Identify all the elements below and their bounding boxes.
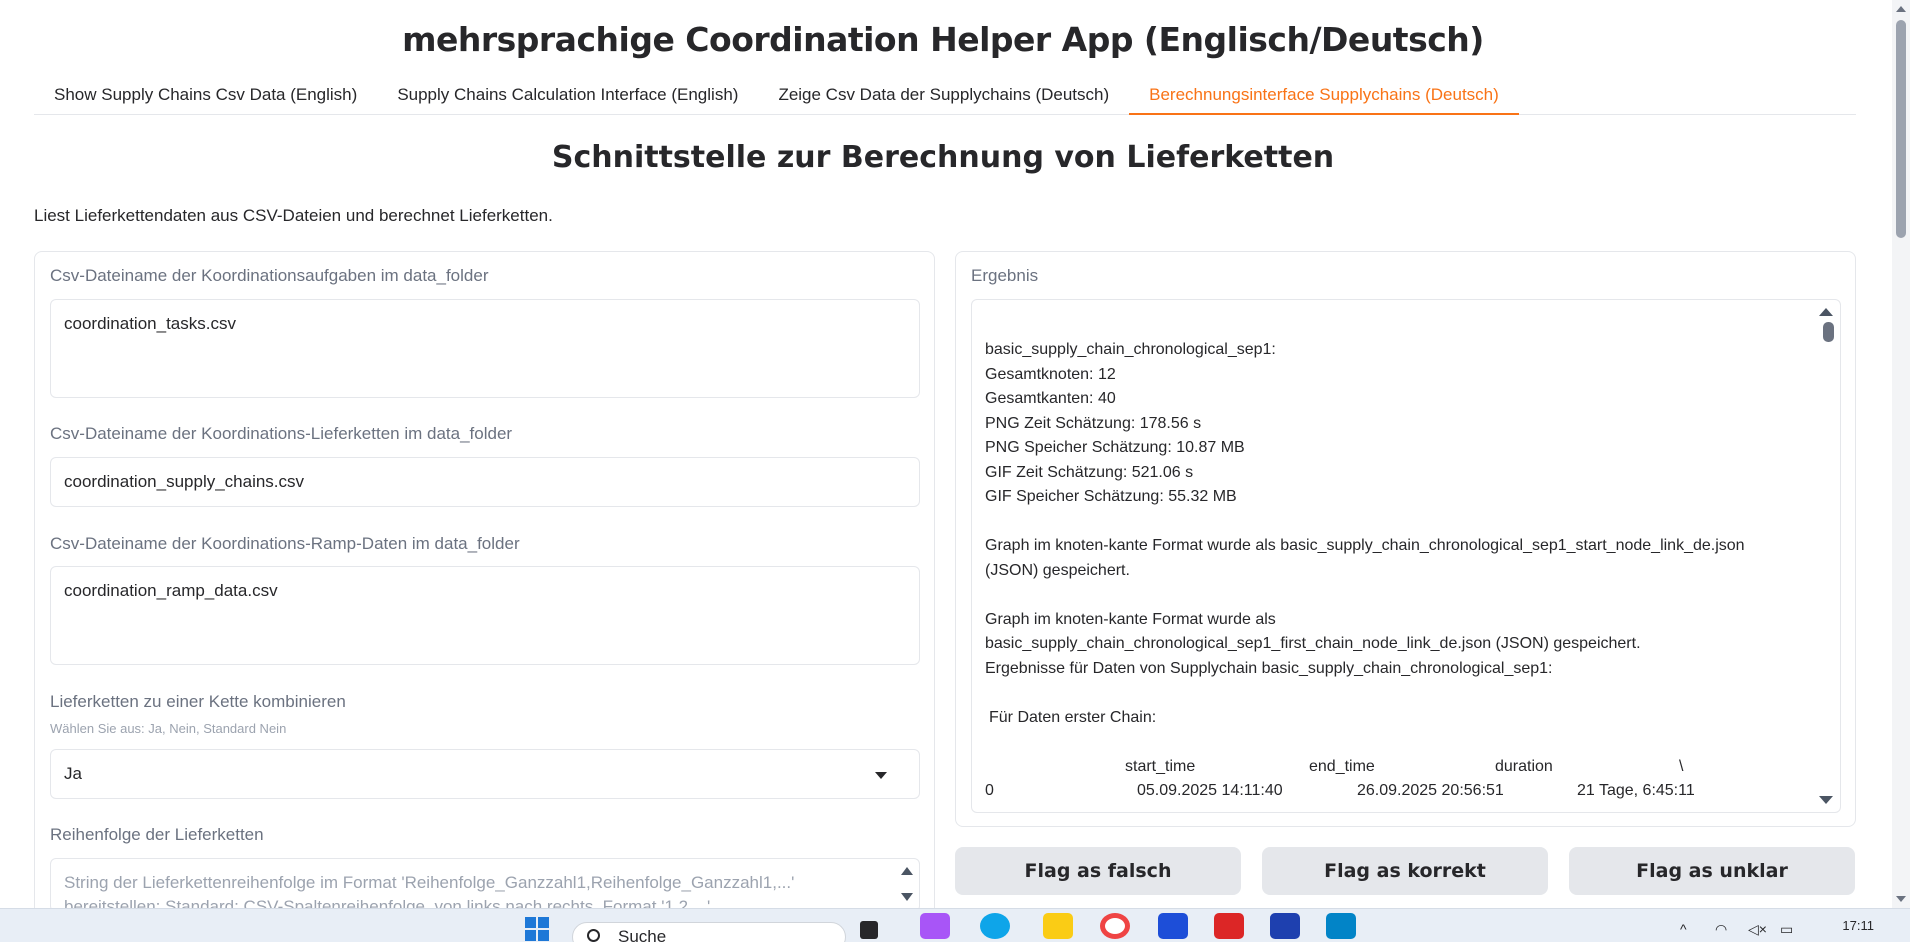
result-line: Gesamtkanten: 40 xyxy=(985,390,1116,407)
page-scrollbar-thumb[interactable] xyxy=(1896,20,1906,238)
ramp-file-label: Csv-Dateiname der Koordinations-Ramp-Dat… xyxy=(50,534,520,553)
wifi-icon[interactable]: ◠ xyxy=(1715,921,1727,938)
tab-calculation-english[interactable]: Supply Chains Calculation Interface (Eng… xyxy=(377,78,758,115)
page-title: Schnittstelle zur Berechnung von Lieferk… xyxy=(551,140,1335,175)
result-line: GIF Zeit Schätzung: 521.06 s xyxy=(985,463,1194,481)
table-cell: 0 xyxy=(985,782,994,799)
combine-chains-value: Ja xyxy=(64,764,82,783)
chevron-up-icon[interactable]: ^ xyxy=(1680,921,1687,937)
table-header-cell: duration xyxy=(1495,757,1553,775)
scroll-up-icon[interactable] xyxy=(901,867,913,875)
result-textarea[interactable]: basic_supply_chain_chronological_sep1: G… xyxy=(971,299,1841,813)
app-title: mehrsprachige Coordination Helper App (E… xyxy=(402,20,1484,59)
tab-bar: Show Supply Chains Csv Data (English) Su… xyxy=(34,78,1856,115)
table-header-cell: end_time xyxy=(1309,757,1375,775)
notepad-icon[interactable] xyxy=(1326,913,1356,939)
result-line: GIF Speicher Schätzung: 55.32 MB xyxy=(985,488,1237,505)
input-panel: Csv-Dateiname der Koordinationsaufgaben … xyxy=(34,251,935,942)
scroll-up-icon[interactable] xyxy=(1819,308,1833,316)
chains-file-label: Csv-Dateiname der Koordinations-Lieferke… xyxy=(50,424,513,443)
combine-chains-label: Lieferketten zu einer Kette kombinieren xyxy=(50,692,346,711)
taskbar-search-label: Suche xyxy=(618,927,667,942)
page-scrollbar[interactable] xyxy=(1892,0,1910,908)
gmail-icon[interactable] xyxy=(1214,913,1244,939)
chain-order-input[interactable]: String der Lieferkettenreihenfolge im Fo… xyxy=(50,858,920,912)
table-header-cell: start_time xyxy=(1125,757,1196,775)
copilot-icon[interactable] xyxy=(920,913,950,939)
result-line: Graph im knoten-kante Format wurde als b… xyxy=(985,537,1745,554)
result-panel: Ergebnis basic_supply_chain_chronologica… xyxy=(955,251,1856,827)
volume-muted-icon[interactable]: ◁× xyxy=(1748,921,1767,938)
chain-order-label: Reihenfolge der Lieferketten xyxy=(50,825,264,844)
chevron-down-icon xyxy=(875,772,887,779)
store-icon[interactable] xyxy=(1158,913,1188,939)
result-line xyxy=(985,681,1805,706)
windows-start-icon[interactable] xyxy=(522,915,552,942)
tab-calculation-deutsch[interactable]: Berechnungsinterface Supplychains (Deuts… xyxy=(1129,78,1519,115)
result-line: Ergebnisse für Daten von Supplychain bas… xyxy=(985,659,1553,677)
tasks-file-input[interactable]: coordination_tasks.csv xyxy=(50,299,920,398)
result-line xyxy=(985,510,1805,535)
search-icon xyxy=(587,929,600,942)
file-explorer-icon[interactable] xyxy=(1043,913,1073,939)
scroll-down-icon[interactable] xyxy=(901,893,913,901)
result-line xyxy=(985,730,1805,755)
tab-show-csv-english[interactable]: Show Supply Chains Csv Data (English) xyxy=(34,78,377,115)
result-line: Für Daten erster Chain: xyxy=(989,708,1157,726)
flag-unclear-button[interactable]: Flag as unklar xyxy=(1569,847,1855,895)
chains-file-input[interactable]: coordination_supply_chains.csv xyxy=(50,457,920,507)
result-scrollbar-thumb[interactable] xyxy=(1823,322,1834,342)
taskbar-clock[interactable]: 17:11 xyxy=(1842,918,1874,933)
page-description: Liest Lieferkettendaten aus CSV-Dateien … xyxy=(34,206,553,225)
result-line: PNG Zeit Schätzung: 178.56 s xyxy=(985,414,1202,432)
result-line: (JSON) gespeichert. xyxy=(985,561,1130,579)
result-line: Graph im knoten-kante Format wurde als xyxy=(985,610,1276,628)
tasks-file-label: Csv-Dateiname der Koordinationsaufgaben … xyxy=(50,266,489,285)
result-line: basic_supply_chain_chronological_sep1: xyxy=(985,341,1276,358)
taskbar-search[interactable]: Suche xyxy=(572,922,846,942)
chrome-icon[interactable] xyxy=(1100,913,1130,939)
result-label: Ergebnis xyxy=(971,266,1039,285)
combine-chains-dropdown[interactable]: Ja xyxy=(50,749,920,799)
edge-browser-icon[interactable] xyxy=(980,913,1010,939)
result-table-header: start_time end_time duration \ xyxy=(985,755,1805,780)
result-line: Gesamtknoten: 12 xyxy=(985,365,1116,383)
task-view-icon[interactable] xyxy=(860,921,878,939)
result-line xyxy=(985,583,1805,608)
flag-false-button[interactable]: Flag as falsch xyxy=(955,847,1241,895)
chain-order-placeholder: String der Lieferkettenreihenfolge im Fo… xyxy=(64,873,795,912)
result-table-row: 0 05.09.2025 14:11:40 26.09.2025 20:56:5… xyxy=(985,779,1805,804)
photos-icon[interactable] xyxy=(1270,913,1300,939)
table-cell: 26.09.2025 20:56:51 xyxy=(1357,782,1504,799)
flag-correct-button[interactable]: Flag as korrekt xyxy=(1262,847,1548,895)
table-cell: 21 Tage, 6:45:11 xyxy=(1577,782,1695,799)
table-header-cell: \ xyxy=(1679,757,1684,775)
result-content: basic_supply_chain_chronological_sep1: G… xyxy=(985,338,1805,804)
combine-chains-hint: Wählen Sie aus: Ja, Nein, Standard Nein xyxy=(50,721,287,736)
result-line: PNG Speicher Schätzung: 10.87 MB xyxy=(985,439,1245,456)
taskbar: Suche ^ ◠ ◁× ▭ 17:11 xyxy=(0,908,1910,942)
scroll-down-icon[interactable] xyxy=(1896,896,1906,902)
scroll-down-icon[interactable] xyxy=(1819,796,1833,804)
ramp-file-input[interactable]: coordination_ramp_data.csv xyxy=(50,566,920,665)
scroll-up-icon[interactable] xyxy=(1896,6,1906,12)
battery-icon[interactable]: ▭ xyxy=(1780,921,1793,938)
tab-show-csv-deutsch[interactable]: Zeige Csv Data der Supplychains (Deutsch… xyxy=(758,78,1129,115)
table-cell: 05.09.2025 14:11:40 xyxy=(1137,782,1283,799)
result-line: basic_supply_chain_chronological_sep1_fi… xyxy=(985,635,1641,652)
